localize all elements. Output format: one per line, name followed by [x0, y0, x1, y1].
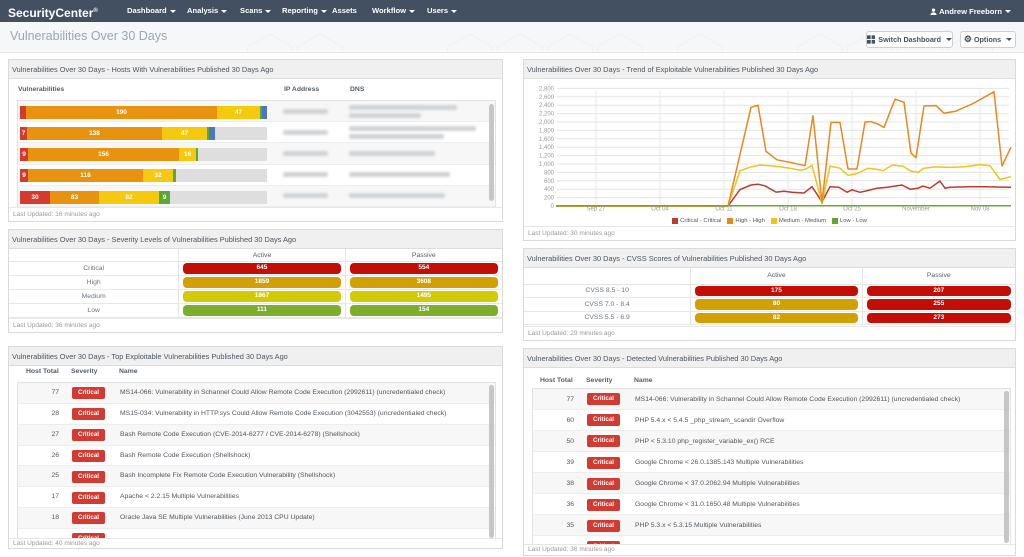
svg-text:800: 800	[544, 170, 555, 176]
svg-text:Sep 27: Sep 27	[586, 207, 606, 213]
svg-text:Nov 08: Nov 08	[970, 207, 990, 213]
svg-text:2,400: 2,400	[539, 103, 555, 109]
svg-text:Oct 18: Oct 18	[779, 207, 797, 213]
svg-text:200: 200	[544, 196, 555, 202]
svg-text:2,600: 2,600	[539, 95, 555, 101]
svg-text:400: 400	[544, 187, 555, 193]
svg-text:2,800: 2,800	[539, 86, 555, 92]
svg-text:Oct 04: Oct 04	[651, 207, 669, 213]
svg-text:2,000: 2,000	[539, 120, 555, 126]
svg-text:Oct 25: Oct 25	[843, 207, 861, 213]
svg-text:2,200: 2,200	[539, 112, 555, 118]
svg-text:1,800: 1,800	[539, 128, 555, 134]
svg-text:November: November	[902, 207, 930, 213]
svg-text:1,600: 1,600	[539, 137, 555, 143]
svg-text:1,200: 1,200	[539, 154, 555, 160]
svg-text:1,400: 1,400	[539, 145, 555, 151]
svg-text:Oct 11: Oct 11	[715, 207, 733, 213]
svg-text:1,000: 1,000	[539, 162, 555, 168]
svg-text:600: 600	[544, 179, 555, 185]
svg-text:0: 0	[551, 204, 555, 210]
